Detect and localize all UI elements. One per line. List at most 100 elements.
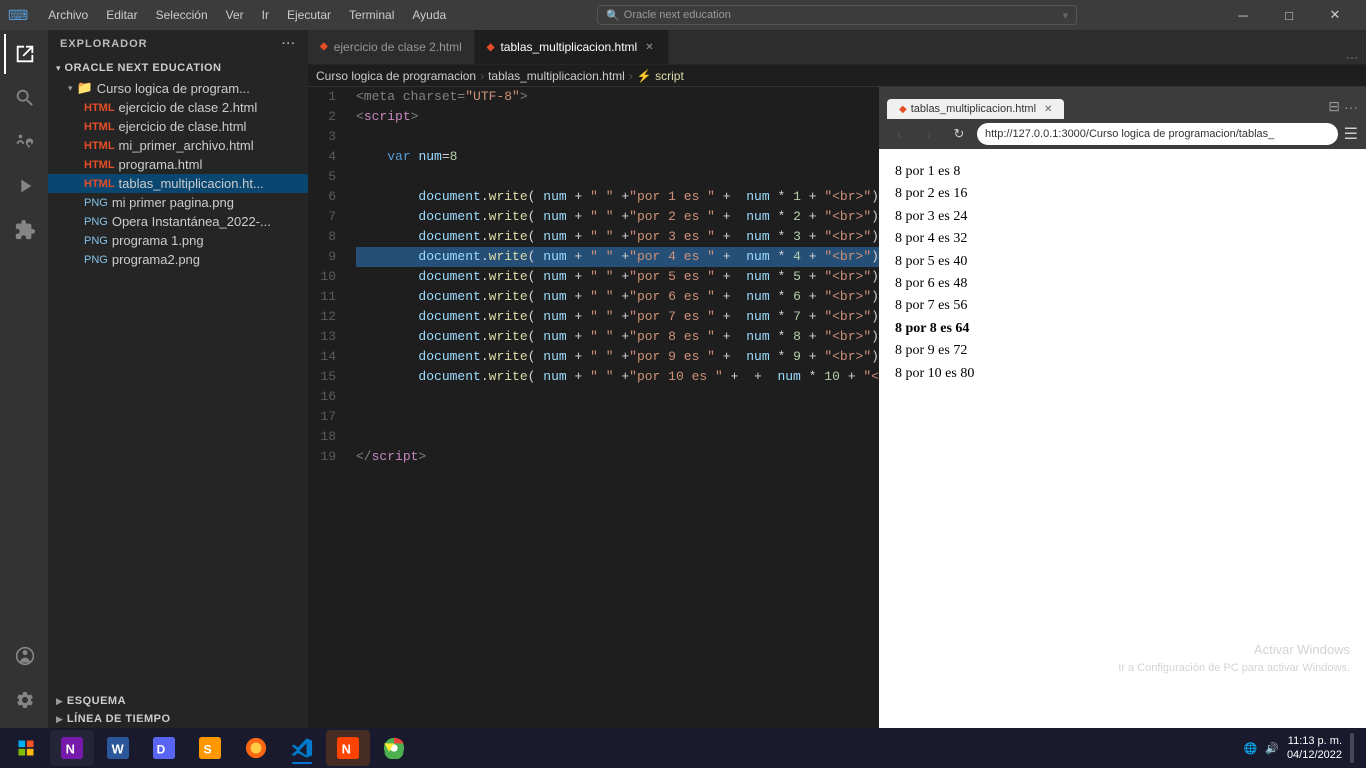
folder-curso[interactable]: ▾ 📁 Curso logica de program... [48, 78, 308, 98]
svg-text:N: N [342, 742, 351, 757]
code-line-17 [356, 407, 879, 427]
sidebar-more-icon[interactable]: ··· [282, 38, 296, 50]
tab-ejercicio2[interactable]: ◆ ejercicio de clase 2.html [308, 30, 475, 64]
browser-more-icon[interactable]: ··· [1344, 99, 1358, 119]
file-primer-pagina[interactable]: PNG mi primer pagina.png [48, 193, 308, 212]
maximize-button[interactable]: □ [1266, 0, 1312, 30]
file-name: programa2.png [112, 252, 200, 267]
browser-refresh-button[interactable]: ↻ [947, 122, 971, 146]
svg-text:W: W [112, 742, 125, 757]
taskbar-vscode-icon[interactable] [280, 730, 324, 766]
workspace-section[interactable]: ▾ ORACLE NEXT EDUCATION [48, 58, 308, 78]
browser-back-button[interactable]: ‹ [887, 122, 911, 146]
editor-container: ◆ ejercicio de clase 2.html ◆ tablas_mul… [308, 30, 1366, 728]
sidebar-esquema[interactable]: ▶ ESQUEMA [48, 692, 308, 710]
main-layout: EXPLORADOR ··· ▾ ORACLE NEXT EDUCATION ▾… [0, 30, 1366, 728]
title-search-area: 🔍 Oracle next education ▾ [462, 5, 1212, 25]
menu-ejecutar[interactable]: Ejecutar [279, 6, 339, 24]
menu-ir[interactable]: Ir [254, 6, 277, 24]
code-line-2: <script> [356, 107, 879, 127]
vscode-logo-icon: ⌨ [8, 7, 28, 24]
browser-address-bar[interactable]: http://127.0.0.1:3000/Curso logica de pr… [977, 123, 1338, 145]
code-editor[interactable]: 12345 678910 1112131415 16171819 <meta c… [308, 87, 879, 728]
tab-close-icon[interactable]: ✕ [643, 40, 655, 55]
code-line-12: document.write( num + " " +"por 7 es " +… [356, 307, 879, 327]
taskbar-firefox-icon[interactable] [234, 730, 278, 766]
code-line-11: document.write( num + " " +"por 6 es " +… [356, 287, 879, 307]
activity-extensions-icon[interactable] [4, 210, 44, 250]
file-programa[interactable]: HTML programa.html [48, 155, 308, 174]
sidebar-linea-tiempo[interactable]: ▶ LÍNEA DE TIEMPO [48, 710, 308, 728]
browser-preview-panel: ◆ tablas_multiplicacion.html ✕ ⊟ ··· ‹ ›… [879, 87, 1366, 728]
show-desktop-button[interactable] [1350, 733, 1354, 763]
close-button[interactable]: ✕ [1312, 0, 1358, 30]
activity-settings-icon[interactable] [4, 680, 44, 720]
menu-archivo[interactable]: Archivo [40, 6, 96, 24]
browser-tab[interactable]: ◆ tablas_multiplicacion.html ✕ [887, 99, 1064, 119]
menu-ayuda[interactable]: Ayuda [404, 6, 454, 24]
activity-search-icon[interactable] [4, 78, 44, 118]
file-tablas[interactable]: HTML tablas_multiplicacion.ht... [48, 174, 308, 193]
html-file-icon: HTML [84, 159, 115, 171]
taskbar-sublime-icon[interactable]: S [188, 730, 232, 766]
html-tab-icon: ◆ [320, 41, 328, 52]
code-line-7: document.write( num + " " +"por 2 es " +… [356, 207, 879, 227]
file-programa1[interactable]: PNG programa 1.png [48, 231, 308, 250]
title-search-bar[interactable]: 🔍 Oracle next education ▾ [597, 5, 1077, 25]
svg-text:D: D [157, 743, 166, 757]
tab-tablas[interactable]: ◆ tablas_multiplicacion.html ✕ [475, 30, 669, 64]
activity-source-control-icon[interactable] [4, 122, 44, 162]
menu-seleccion[interactable]: Selección [148, 6, 216, 24]
browser-tabs-bar: ◆ tablas_multiplicacion.html ✕ ⊟ ··· [879, 87, 1366, 119]
file-programa2[interactable]: PNG programa2.png [48, 250, 308, 269]
taskbar-chrome-icon[interactable] [372, 730, 416, 766]
taskbar-word-icon[interactable]: W [96, 730, 140, 766]
code-line-3 [356, 127, 879, 147]
sidebar: EXPLORADOR ··· ▾ ORACLE NEXT EDUCATION ▾… [48, 30, 308, 728]
search-icon: 🔍 [606, 9, 620, 22]
browser-tab-close-icon[interactable]: ✕ [1044, 104, 1052, 115]
search-dropdown-icon: ▾ [1063, 9, 1069, 22]
panels-container: 12345 678910 1112131415 16171819 <meta c… [308, 87, 1366, 728]
activity-remote-icon[interactable] [4, 636, 44, 676]
sidebar-title: EXPLORADOR [60, 38, 148, 50]
taskbar-onenote-icon[interactable]: N [50, 730, 94, 766]
file-primer-archivo[interactable]: HTML mi_primer_archivo.html [48, 136, 308, 155]
tab-more-button[interactable]: ··· [1338, 50, 1366, 64]
titlebar: ⌨ Archivo Editar Selección Ver Ir Ejecut… [0, 0, 1366, 30]
activity-run-icon[interactable] [4, 166, 44, 206]
windows-watermark: Activar Windows Ir a Configuración de PC… [1118, 640, 1350, 678]
file-ejercicio2[interactable]: HTML ejercicio de clase 2.html [48, 98, 308, 117]
file-opera[interactable]: PNG Opera Instantánea_2022-... [48, 212, 308, 231]
esquema-chevron-icon: ▶ [56, 696, 63, 707]
html-file-icon: HTML [84, 102, 115, 114]
browser-menu-icon[interactable]: ☰ [1344, 124, 1358, 144]
code-line-5 [356, 167, 879, 187]
menu-ver[interactable]: Ver [218, 6, 252, 24]
output-line-4: 8 por 4 es 32 [895, 228, 1350, 250]
breadcrumb-file: tablas_multiplicacion.html [488, 69, 625, 83]
breadcrumb: Curso logica de programacion › tablas_mu… [308, 65, 1366, 87]
workspace-name: ORACLE NEXT EDUCATION [65, 62, 222, 74]
file-name: ejercicio de clase.html [119, 119, 247, 134]
taskbar-notification-icon[interactable]: N [326, 730, 370, 766]
browser-forward-button[interactable]: › [917, 122, 941, 146]
taskbar-start-button[interactable] [4, 730, 48, 766]
menu-terminal[interactable]: Terminal [341, 6, 402, 24]
file-name: ejercicio de clase 2.html [119, 100, 258, 115]
network-icon: 🌐 [1244, 742, 1258, 755]
watermark-subtitle: Ir a Configuración de PC para activar Wi… [1118, 660, 1350, 678]
folder-icon: 📁 [77, 80, 93, 96]
minimize-button[interactable]: ─ [1220, 0, 1266, 30]
output-line-7: 8 por 7 es 56 [895, 295, 1350, 317]
file-ejercicio[interactable]: HTML ejercicio de clase.html [48, 117, 308, 136]
menu-editar[interactable]: Editar [98, 6, 145, 24]
taskbar-discord-icon[interactable]: D [142, 730, 186, 766]
tab-label: ejercicio de clase 2.html [334, 40, 462, 54]
code-line-10: document.write( num + " " +"por 5 es " +… [356, 267, 879, 287]
activity-explorer-icon[interactable] [4, 34, 44, 74]
output-line-9: 8 por 9 es 72 [895, 340, 1350, 362]
browser-split-icon[interactable]: ⊟ [1328, 98, 1340, 119]
code-line-15: document.write( num + " " +"por 10 es " … [356, 367, 879, 387]
code-line-8: document.write( num + " " +"por 3 es " +… [356, 227, 879, 247]
